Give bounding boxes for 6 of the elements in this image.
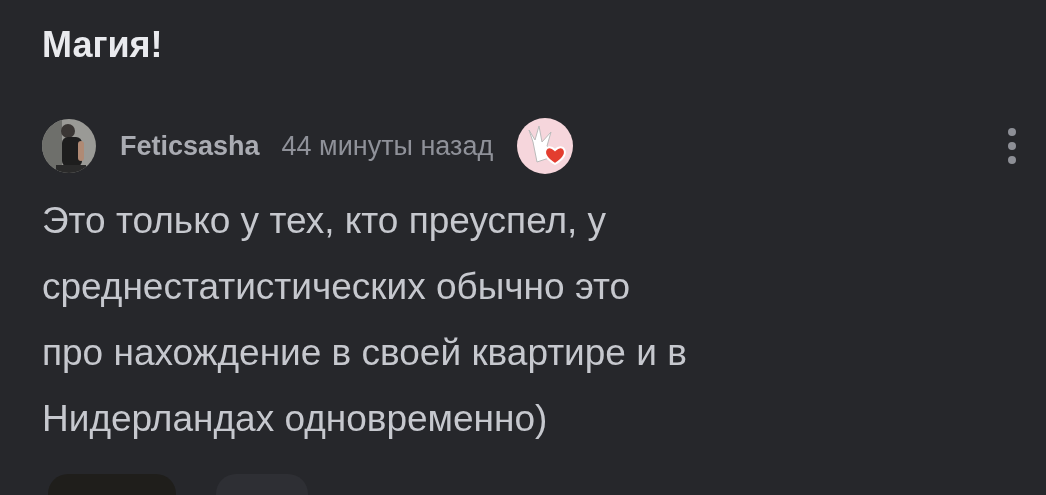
comment-text: Это только у тех, кто преуспел, у среднестатистических обычно это про нахождение в своей квартире и в Нидерландах одновременно) — [42, 199, 687, 441]
author-name[interactable]: Feticsasha — [120, 130, 260, 162]
post-title: Магия! — [42, 24, 163, 66]
avatar[interactable] — [42, 119, 96, 173]
comment-time: 44 минуты назад — [281, 130, 494, 162]
more-options-icon[interactable] — [1006, 126, 1018, 166]
